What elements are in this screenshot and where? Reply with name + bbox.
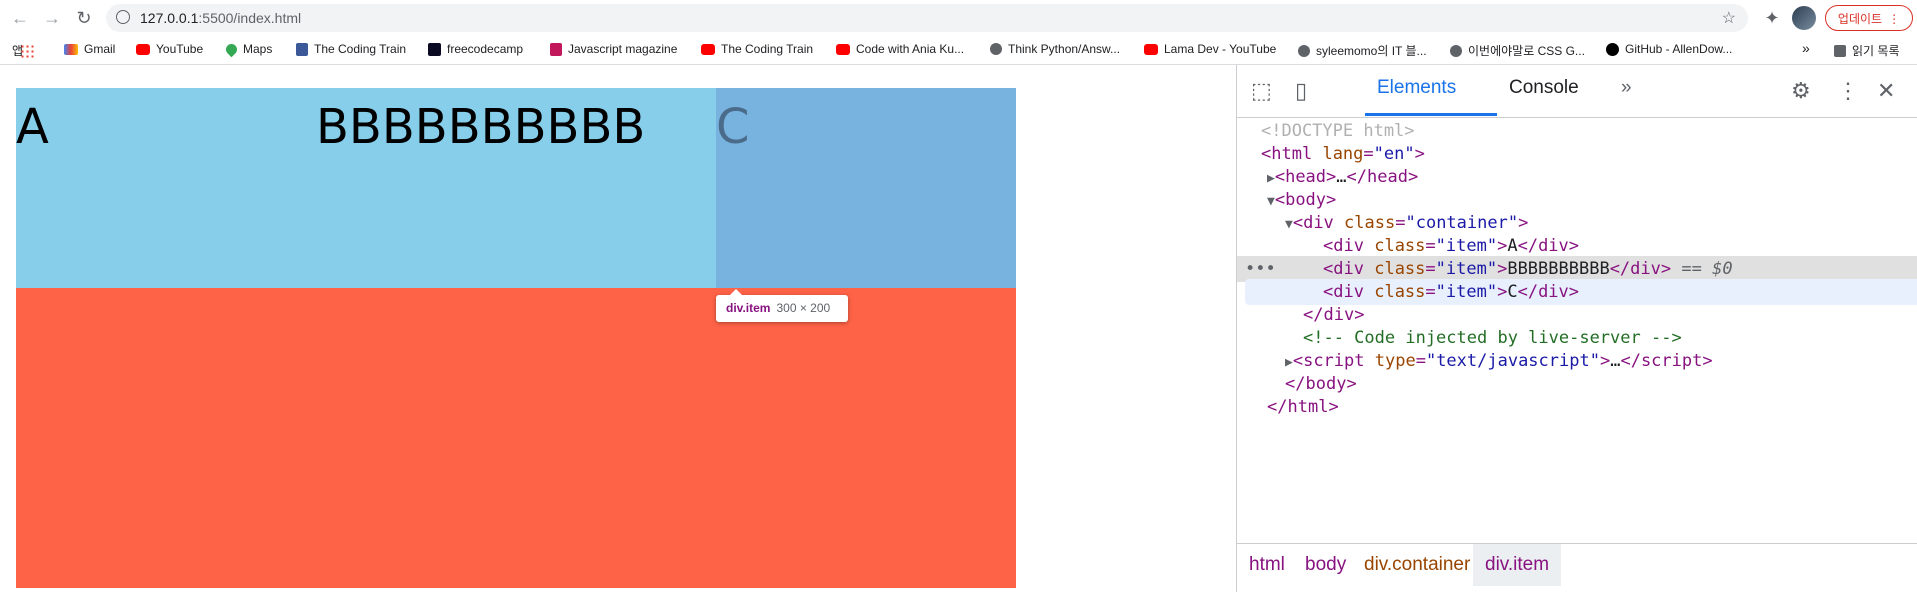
collapse-triangle-icon[interactable]: ▼ xyxy=(1285,217,1293,232)
bookmark-apps[interactable]: 앱 xyxy=(12,42,34,59)
bookmark-youtube[interactable]: YouTube xyxy=(136,42,203,56)
active-tab-indicator xyxy=(1365,113,1497,116)
github-cat-icon xyxy=(1450,44,1462,57)
breadcrumb-container[interactable]: div.container xyxy=(1352,544,1482,586)
address-bar: ← → ↻ 127.0.0.1:5500/index.html ☆ ✦ 업데이트 xyxy=(0,0,1917,36)
more-tabs-icon[interactable]: » xyxy=(1621,77,1632,99)
back-icon[interactable]: ← xyxy=(8,6,32,30)
coding-train-icon xyxy=(296,42,308,56)
breadcrumb-html[interactable]: html xyxy=(1237,544,1297,586)
maps-icon xyxy=(223,41,240,57)
forward-icon[interactable]: → xyxy=(40,6,64,30)
freecodecamp-icon xyxy=(428,42,441,56)
bookmark-ania[interactable]: Code with Ania Ku... xyxy=(836,42,964,56)
reading-list-icon xyxy=(1834,44,1846,57)
elements-tree: <!DOCTYPE html> <html lang="en"> ▶<head>… xyxy=(1237,118,1917,548)
globe-icon xyxy=(1298,44,1310,57)
bookmark-css-grid[interactable]: 이번에야말로 CSS G... xyxy=(1450,42,1585,59)
devtools-panel: ⬚ ▯ Elements Console » ⚙ ⋮ ✕ <!DOCTYPE h… xyxy=(1236,65,1917,592)
update-button[interactable]: 업데이트 xyxy=(1825,5,1913,31)
settings-gear-icon[interactable]: ⚙ xyxy=(1791,79,1811,103)
breadcrumb-body[interactable]: body xyxy=(1293,544,1358,586)
item-b: BBBBBBBBBB xyxy=(316,88,716,288)
inspect-element-icon[interactable]: ⬚ xyxy=(1251,79,1272,103)
tab-console[interactable]: Console xyxy=(1509,77,1579,99)
breadcrumb: html body div.container div.item xyxy=(1237,543,1917,586)
expand-triangle-icon[interactable]: ▶ xyxy=(1285,355,1293,370)
url-omnibox[interactable]: 127.0.0.1:5500/index.html ☆ xyxy=(106,4,1748,32)
devtools-toolbar: ⬚ ▯ Elements Console » ⚙ ⋮ ✕ xyxy=(1237,65,1917,118)
breadcrumb-item[interactable]: div.item xyxy=(1473,544,1562,586)
device-toggle-icon[interactable]: ▯ xyxy=(1295,79,1307,103)
apps-icon xyxy=(20,43,34,58)
bookmark-coding-train[interactable]: The Coding Train xyxy=(296,42,406,56)
reload-icon[interactable]: ↻ xyxy=(72,6,96,30)
bookmark-syleemomo[interactable]: syleemomo의 IT 블... xyxy=(1298,42,1427,59)
youtube-icon xyxy=(701,43,715,55)
grid-container: A BBBBBBBBBB C xyxy=(16,88,1016,588)
bookmark-lama-dev[interactable]: Lama Dev - YouTube xyxy=(1144,42,1276,56)
gmail-icon xyxy=(64,43,78,55)
site-info-icon[interactable] xyxy=(116,10,130,24)
youtube-icon xyxy=(836,43,850,55)
page-viewport: A BBBBBBBBBB C xyxy=(0,65,1236,592)
tooltip-tag: div.item xyxy=(726,301,771,315)
github-icon xyxy=(1606,42,1619,56)
bookmark-js-magazine[interactable]: Javascript magazine xyxy=(550,42,677,56)
extensions-icon[interactable]: ✦ xyxy=(1760,6,1784,30)
tooltip-dims: 300 × 200 xyxy=(776,301,831,315)
item-a: A xyxy=(16,88,316,288)
bookmark-freecodecamp[interactable]: freecodecamp xyxy=(428,42,523,56)
bookmark-coding-train-yt[interactable]: The Coding Train xyxy=(701,42,813,56)
expand-triangle-icon[interactable]: ▶ xyxy=(1267,171,1275,186)
bookmarks-bar: 앱 Gmail YouTube Maps The Coding Train fr… xyxy=(0,36,1917,65)
url-text[interactable]: 127.0.0.1:5500/index.html xyxy=(140,10,301,26)
bookmark-think-python[interactable]: Think Python/Answ... xyxy=(990,42,1120,56)
book-icon xyxy=(990,43,1002,55)
item-b-text: BBBBBBBBBB xyxy=(316,99,646,155)
inspect-tooltip: div.item 300 × 200 xyxy=(716,289,848,322)
item-c: C xyxy=(716,88,1016,288)
collapse-triangle-icon[interactable]: ▼ xyxy=(1267,194,1275,209)
kebab-menu-icon[interactable]: ⋮ xyxy=(1837,79,1859,103)
bookmark-gmail[interactable]: Gmail xyxy=(64,42,115,56)
bookmarks-overflow[interactable]: » xyxy=(1802,40,1810,56)
tab-elements[interactable]: Elements xyxy=(1377,77,1456,99)
bookmark-maps[interactable]: Maps xyxy=(223,41,272,57)
close-icon[interactable]: ✕ xyxy=(1877,79,1895,103)
dom-html-close[interactable]: </html> xyxy=(1237,394,1917,420)
bookmark-star-icon[interactable]: ☆ xyxy=(1722,8,1736,28)
js-magazine-icon xyxy=(550,42,562,56)
reading-list[interactable]: 읽기 목록 xyxy=(1834,42,1900,59)
youtube-icon xyxy=(136,43,150,55)
youtube-icon xyxy=(1144,43,1158,55)
profile-avatar[interactable] xyxy=(1792,6,1816,30)
bookmark-github[interactable]: GitHub - AllenDow... xyxy=(1606,42,1732,56)
